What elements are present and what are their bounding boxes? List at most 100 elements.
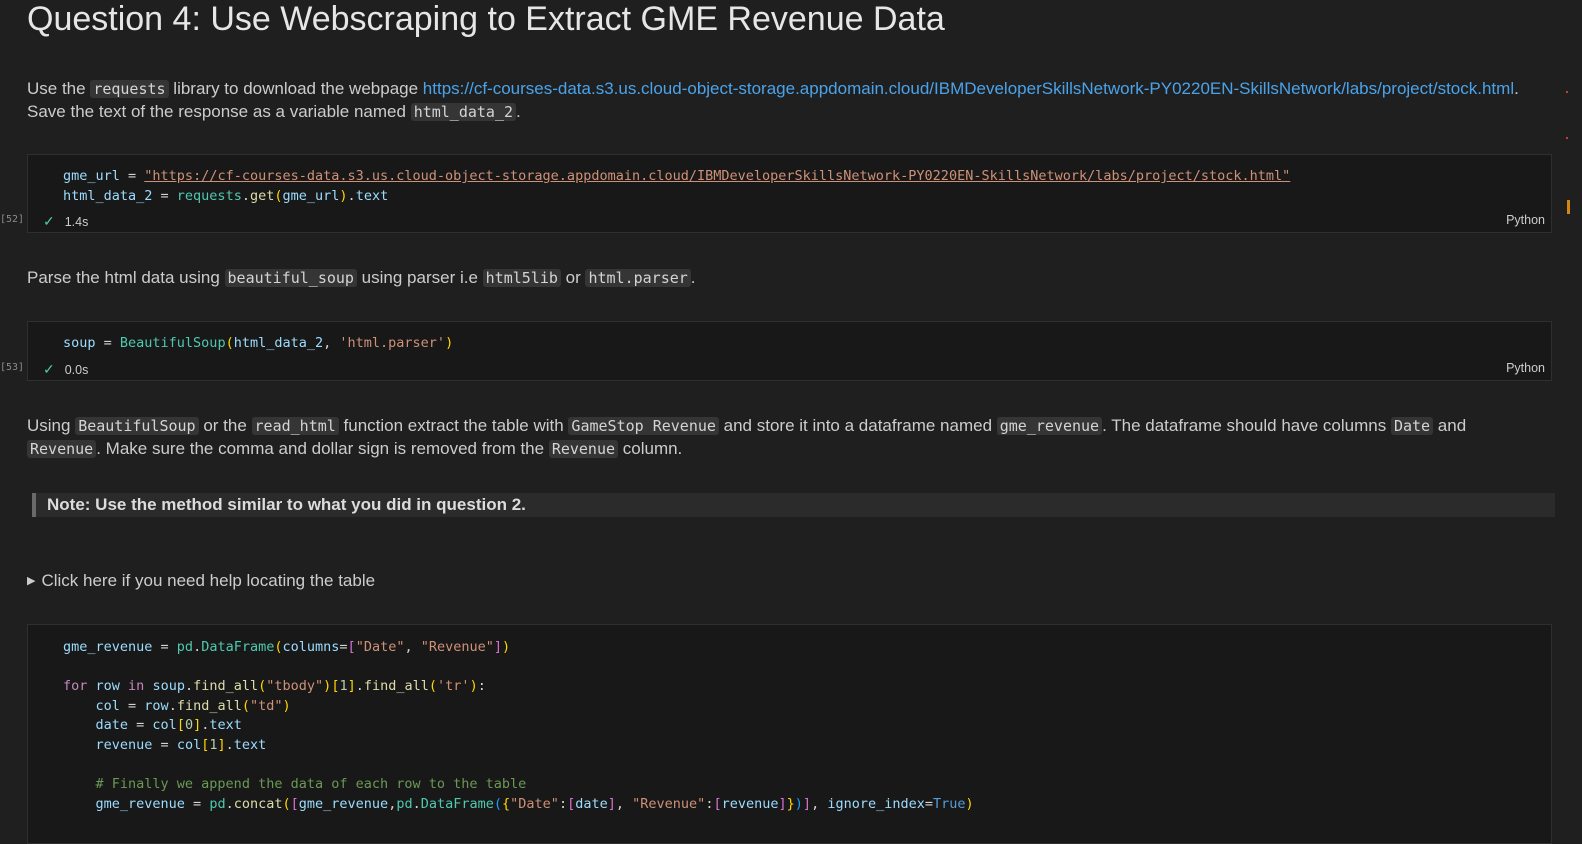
inline-code: read_html bbox=[251, 417, 339, 435]
code-token: . bbox=[225, 736, 234, 753]
code-token: [ bbox=[347, 639, 356, 655]
code-token: , bbox=[404, 639, 421, 655]
note-text: Note: Use the method similar to what you… bbox=[47, 495, 526, 514]
help-details-toggle[interactable]: ▶ Click here if you need help locating th… bbox=[27, 571, 375, 591]
code-token: date bbox=[95, 717, 129, 734]
text: or bbox=[560, 268, 586, 287]
code-token: "Revenue" bbox=[420, 639, 494, 655]
code-editor[interactable]: gme_url = "https://cf-courses-data.s3.us… bbox=[63, 167, 1290, 206]
code-token: row bbox=[144, 697, 169, 714]
code-token: ( bbox=[282, 795, 291, 812]
inline-code: html.parser bbox=[585, 269, 691, 287]
code-editor[interactable]: soup = BeautifulSoup(html_data_2, 'html.… bbox=[63, 334, 453, 354]
text: or the bbox=[198, 416, 252, 435]
code-token: ] bbox=[607, 795, 616, 812]
code-cell-2[interactable]: soup = BeautifulSoup(html_data_2, 'html.… bbox=[27, 321, 1552, 381]
code-token: in bbox=[119, 678, 153, 695]
markdown-paragraph-2: Parse the html data using beautiful_soup… bbox=[27, 266, 696, 290]
cell-status: ✓ 1.4s bbox=[43, 213, 88, 230]
inline-code: Date bbox=[1390, 417, 1434, 435]
inline-code: BeautifulSoup bbox=[75, 417, 199, 435]
code-token: revenue bbox=[95, 736, 153, 753]
code-token: col bbox=[95, 697, 120, 714]
code-token: pd bbox=[209, 795, 226, 812]
code-token: row bbox=[95, 678, 120, 695]
markdown-paragraph-3: Using BeautifulSoup or the read_html fun… bbox=[27, 414, 1466, 438]
overview-ruler-marker bbox=[1566, 91, 1568, 93]
code-token: ] bbox=[802, 795, 812, 812]
code-token: columns bbox=[282, 639, 340, 655]
code-token: find_all bbox=[176, 697, 242, 714]
code-token: ) bbox=[445, 335, 454, 351]
code-token: = bbox=[95, 335, 120, 351]
code-token: = bbox=[152, 639, 177, 655]
execution-count: [52] bbox=[0, 214, 25, 225]
code-token: , bbox=[323, 335, 340, 351]
code-token: 'tr' bbox=[437, 678, 470, 695]
inline-code: Revenue bbox=[548, 440, 619, 458]
inline-code: html5lib bbox=[482, 269, 561, 287]
code-token: gme_url bbox=[282, 187, 340, 204]
code-token: : bbox=[477, 678, 486, 695]
code-token: = bbox=[339, 639, 348, 655]
code-token: text bbox=[355, 187, 389, 204]
code-token: pd bbox=[176, 639, 194, 655]
code-token: ) bbox=[339, 187, 348, 204]
language-label[interactable]: Python bbox=[1506, 361, 1545, 375]
language-label[interactable]: Python bbox=[1506, 213, 1545, 227]
text: Save the text of the response as a varia… bbox=[27, 102, 411, 121]
code-token: soup bbox=[152, 678, 185, 695]
text: library to download the webpage bbox=[168, 79, 423, 98]
code-token: ] bbox=[217, 736, 226, 753]
code-token: ( bbox=[274, 639, 283, 655]
code-token: date bbox=[575, 795, 608, 812]
text: and bbox=[1433, 416, 1467, 435]
code-token: ] bbox=[347, 678, 356, 695]
inline-code: GameStop Revenue bbox=[568, 417, 719, 435]
code-token: gme_revenue bbox=[298, 795, 389, 812]
code-token: col bbox=[176, 736, 202, 753]
text: column. bbox=[618, 439, 683, 458]
code-token: ( bbox=[274, 187, 283, 204]
code-token: [ bbox=[290, 795, 299, 812]
text: using parser i.e bbox=[356, 268, 483, 287]
code-token: . bbox=[347, 187, 356, 204]
text: . bbox=[516, 102, 521, 121]
code-editor[interactable]: gme_revenue = pd.DataFrame(columns=["Dat… bbox=[63, 638, 974, 814]
stock-page-link[interactable]: https://cf-courses-data.s3.us.cloud-obje… bbox=[423, 79, 1514, 98]
code-token: col bbox=[152, 717, 177, 734]
execution-count: [53] bbox=[0, 362, 25, 373]
check-icon: ✓ bbox=[43, 213, 55, 229]
code-token: 1 bbox=[339, 678, 348, 695]
text: . The dataframe should have columns bbox=[1102, 416, 1391, 435]
code-token: . bbox=[168, 697, 177, 714]
code-token: soup bbox=[63, 335, 96, 351]
execution-time: 1.4s bbox=[64, 215, 89, 229]
code-cell-1[interactable]: gme_url = "https://cf-courses-data.s3.us… bbox=[27, 154, 1552, 233]
inline-code: beautiful_soup bbox=[224, 269, 357, 287]
code-cell-3[interactable]: gme_revenue = pd.DataFrame(columns=["Dat… bbox=[27, 624, 1552, 844]
markdown-paragraph-1-line-2: Save the text of the response as a varia… bbox=[27, 100, 521, 124]
code-token: "tbody" bbox=[266, 678, 324, 695]
inline-code-html-data-2: html_data_2 bbox=[410, 103, 517, 121]
code-token: = bbox=[119, 697, 145, 714]
code-token: text bbox=[233, 736, 267, 753]
text: . Make sure the comma and dollar sign is… bbox=[96, 439, 549, 458]
code-token: [ bbox=[567, 795, 576, 812]
code-token: = bbox=[152, 736, 177, 753]
code-token: True bbox=[933, 795, 966, 812]
inline-code-requests: requests bbox=[90, 80, 169, 98]
markdown-paragraph-3-line-2: Revenue. Make sure the comma and dollar … bbox=[27, 437, 682, 461]
triangle-right-icon: ▶ bbox=[27, 575, 36, 587]
code-token: DataFrame bbox=[201, 639, 275, 655]
code-token: 'html.parser' bbox=[339, 335, 446, 351]
code-token: ] bbox=[193, 717, 202, 734]
code-token: for bbox=[63, 678, 88, 695]
code-token: = bbox=[184, 795, 210, 812]
code-token: "Date" bbox=[355, 639, 405, 655]
